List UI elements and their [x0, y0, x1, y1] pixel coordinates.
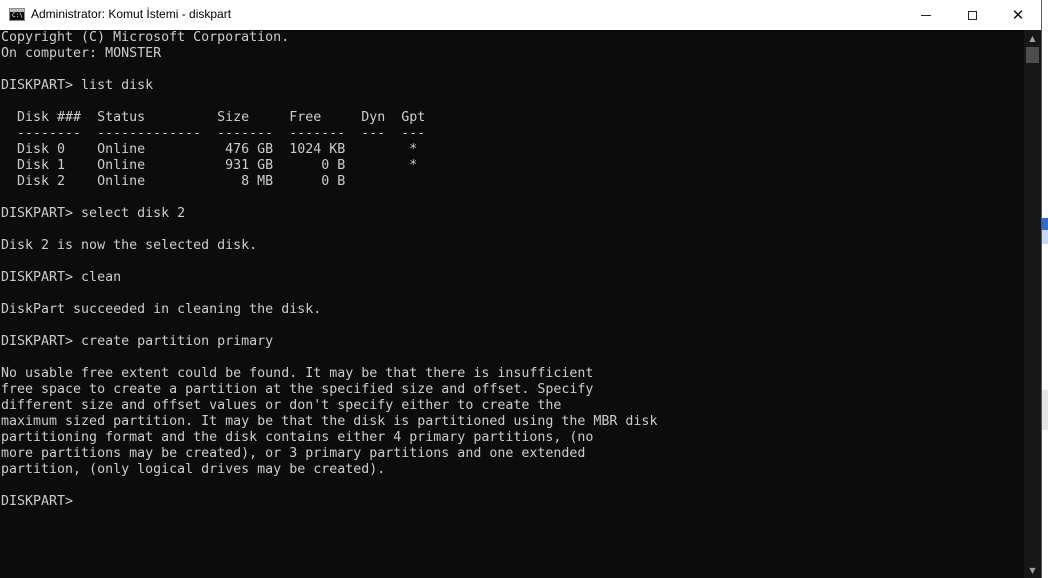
minimize-button[interactable]	[903, 0, 949, 30]
maximize-button[interactable]	[949, 0, 995, 30]
console-line: No usable free extent could be found. It…	[1, 366, 594, 381]
scroll-down-arrow-icon[interactable]: ▼	[1024, 562, 1041, 578]
icon-label: C:\	[12, 12, 23, 19]
console-output[interactable]: Copyright (C) Microsoft Corporation. On c…	[0, 30, 1024, 578]
close-icon: ✕	[1011, 5, 1025, 24]
console-line: Disk ### Status Size Free Dyn Gpt	[1, 110, 426, 125]
console-line: Disk 0 Online 476 GB 1024 KB *	[1, 142, 418, 157]
console-line: DISKPART> select disk 2	[1, 206, 186, 221]
scroll-up-arrow-icon[interactable]: ▲	[1024, 30, 1041, 46]
minimize-icon	[921, 14, 931, 16]
console-line: partition, (only logical drives may be c…	[1, 462, 386, 477]
window-title: Administrator: Komut İstemi - diskpart	[31, 7, 232, 21]
console-line: Disk 1 Online 931 GB 0 B *	[1, 158, 418, 173]
console-line: DISKPART>	[1, 494, 74, 509]
console-line: partitioning format and the disk contain…	[1, 430, 594, 445]
console-window: C:\ Administrator: Komut İstemi - diskpa…	[0, 0, 1042, 578]
console-line: DISKPART> clean	[1, 270, 122, 285]
console-line: more partitions may be created), or 3 pr…	[1, 446, 586, 461]
console-line: DiskPart succeeded in cleaning the disk.	[1, 302, 322, 317]
background-highlight-light	[1042, 230, 1048, 244]
console-line: Disk 2 Online 8 MB 0 B	[1, 174, 346, 189]
console-line: -------- ------------- ------- ------- -…	[1, 126, 426, 141]
console-line: Disk 2 is now the selected disk.	[1, 238, 258, 253]
command-prompt-icon[interactable]: C:\	[9, 8, 25, 21]
background-panel	[1042, 390, 1048, 430]
console-line: maximum sized partition. It may be that …	[1, 414, 658, 429]
scrollbar-thumb[interactable]	[1026, 47, 1039, 63]
background-window-edge	[1042, 0, 1048, 578]
console-line: DISKPART> list disk	[1, 78, 154, 93]
background-highlight	[1042, 218, 1048, 230]
console-line: free space to create a partition at the …	[1, 382, 594, 397]
console-line: DISKPART> create partition primary	[1, 334, 274, 349]
console-line: Copyright (C) Microsoft Corporation.	[1, 30, 290, 45]
title-bar[interactable]: C:\ Administrator: Komut İstemi - diskpa…	[0, 0, 1041, 30]
console-line: different size and offset values or don'…	[1, 398, 562, 413]
console-line: On computer: MONSTER	[1, 46, 162, 61]
close-button[interactable]: ✕	[995, 0, 1041, 30]
vertical-scrollbar[interactable]: ▲ ▼	[1024, 30, 1041, 578]
maximize-icon	[967, 10, 977, 20]
